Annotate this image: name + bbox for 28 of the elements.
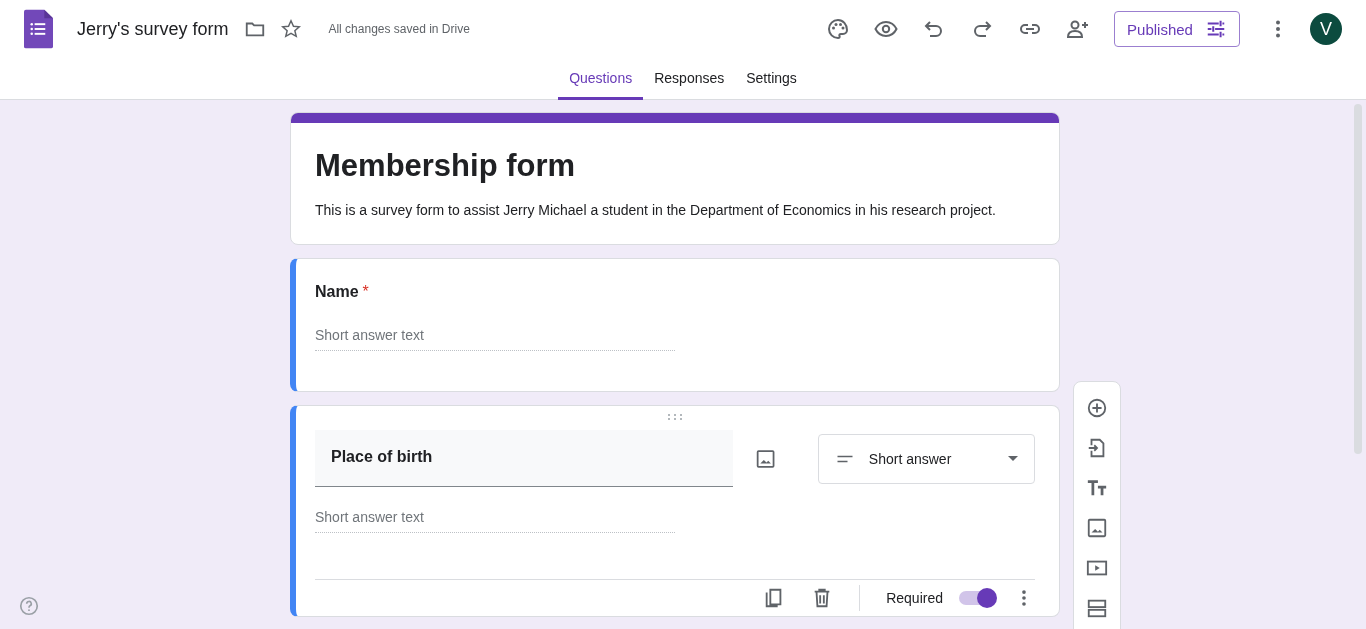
forms-logo-icon[interactable]	[24, 9, 53, 49]
star-icon[interactable]	[280, 18, 303, 40]
drag-handle-icon[interactable]	[667, 414, 683, 420]
palette-icon[interactable]	[826, 17, 850, 41]
image-icon[interactable]	[1086, 517, 1108, 539]
question-type-dropdown[interactable]: Short answer	[817, 433, 1035, 484]
form-title[interactable]: Membership form	[315, 148, 1035, 184]
image-icon[interactable]	[754, 447, 776, 470]
scrollbar[interactable]	[1354, 104, 1362, 454]
user-avatar[interactable]: V	[1310, 13, 1342, 45]
form-description[interactable]: This is a survey form to assist Jerry Michael a student in the Department of Economics in his research project.	[315, 202, 1035, 218]
document-title[interactable]: Jerry's survey form	[77, 18, 229, 40]
required-asterisk: *	[362, 283, 369, 301]
tab[interactable]: Settings	[735, 58, 808, 100]
required-label: Required	[886, 590, 943, 606]
short-answer-field: Short answer text	[315, 327, 675, 351]
question-title-field[interactable]: Place of birth	[315, 430, 733, 487]
question-title: Name	[315, 283, 359, 301]
question-card[interactable]: Place of birth Short answer Short answer text Required	[290, 405, 1060, 617]
section-icon[interactable]	[1086, 597, 1108, 619]
short-answer-field: Short answer text	[315, 509, 675, 533]
required-toggle[interactable]	[959, 591, 995, 605]
add-icon[interactable]	[1086, 397, 1108, 419]
question-card[interactable]: Name * Short answer text	[290, 258, 1060, 392]
tab[interactable]: Responses	[643, 58, 736, 100]
save-status: All changes saved in Drive	[328, 22, 470, 36]
dropdown-caret-icon	[1008, 456, 1018, 461]
published-button[interactable]: Published	[1114, 11, 1240, 47]
